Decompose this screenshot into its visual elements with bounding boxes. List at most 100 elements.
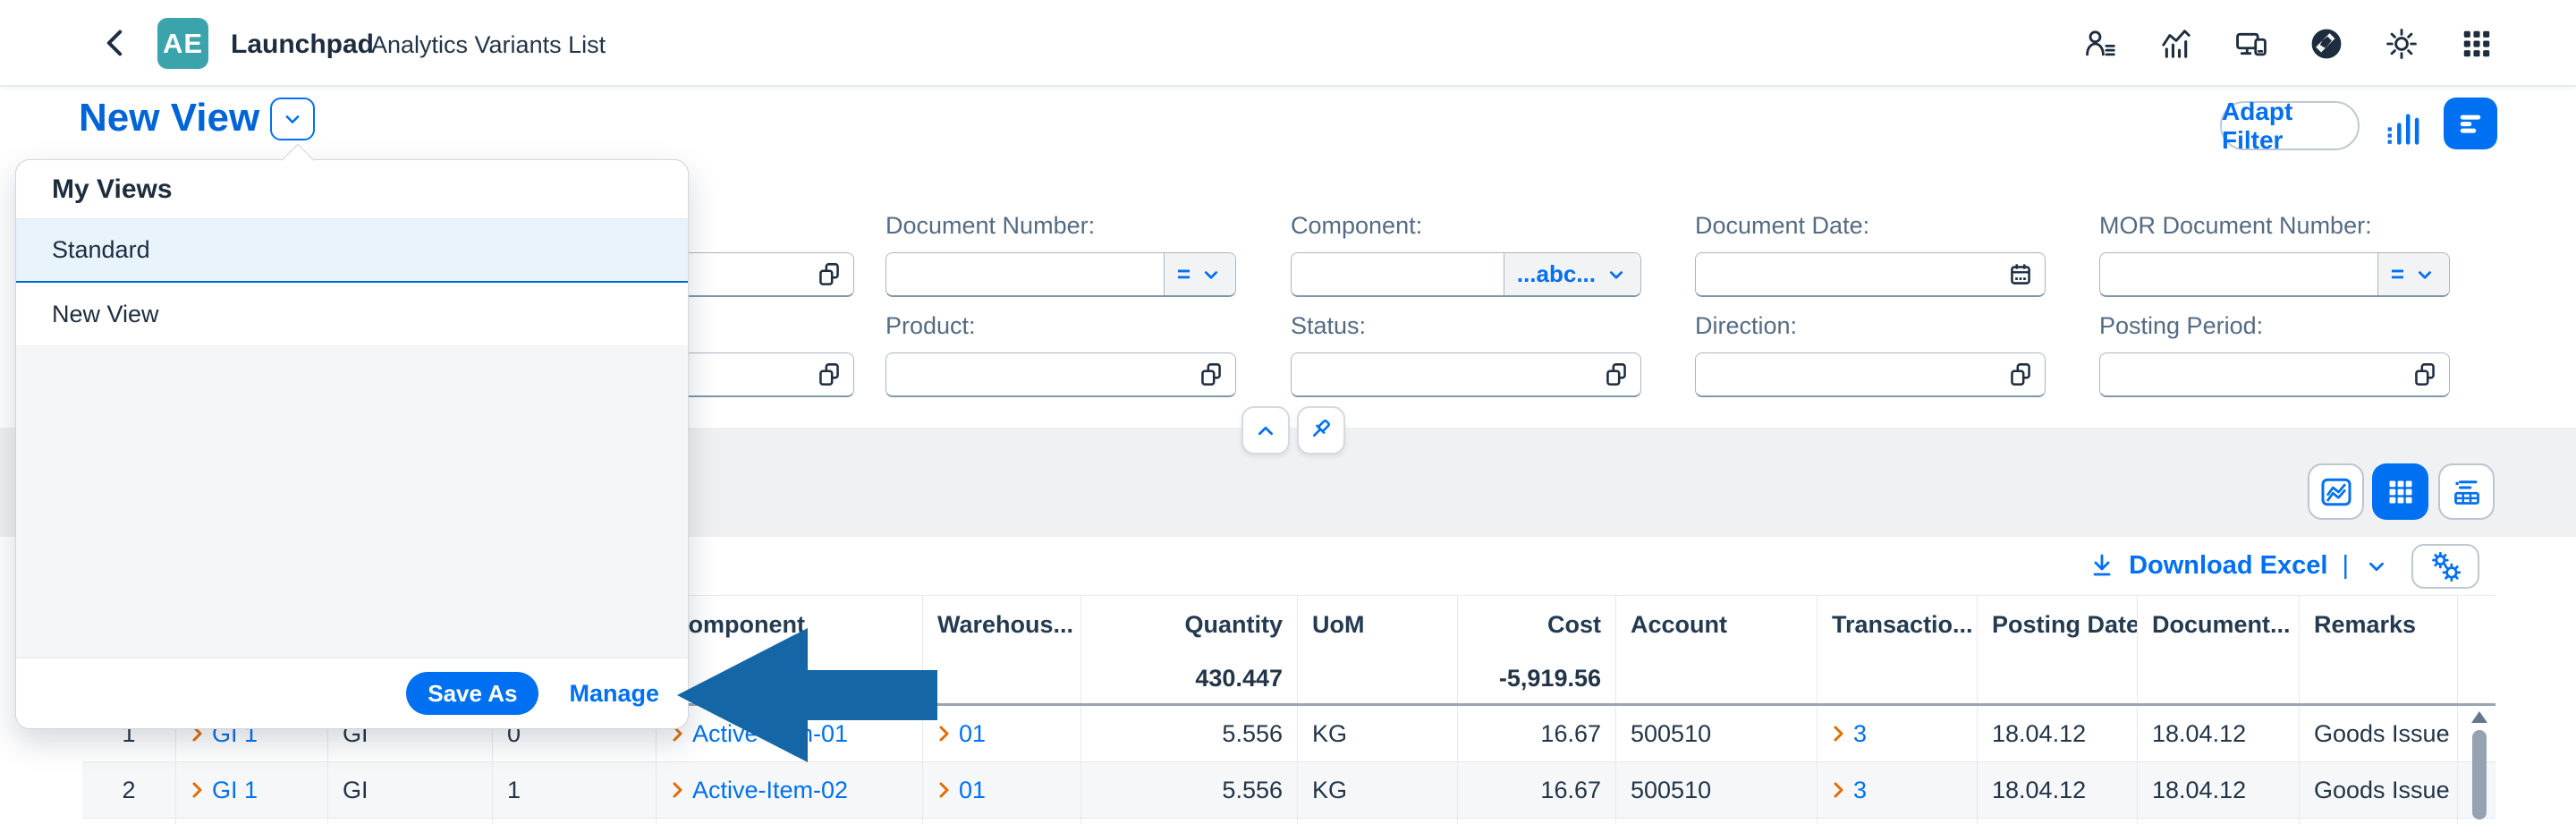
filter-input-box[interactable] bbox=[1696, 353, 2045, 395]
filter-input[interactable]: = bbox=[2099, 252, 2450, 297]
filter-operator-button[interactable]: = bbox=[2377, 253, 2449, 295]
download-separator: | bbox=[2342, 551, 2349, 581]
download-excel-button[interactable]: Download Excel | bbox=[2088, 551, 2390, 582]
app-grid-icon bbox=[2460, 27, 2494, 61]
filter-input[interactable]: ...abc... bbox=[1291, 252, 1641, 297]
table-view-button[interactable] bbox=[2372, 463, 2428, 520]
table-cell: 18.04.12 bbox=[1978, 706, 2138, 761]
app-logo[interactable]: AE bbox=[157, 18, 208, 69]
filter-input-box[interactable] bbox=[886, 353, 1235, 395]
chevron-right-icon bbox=[1832, 780, 1845, 800]
view-title[interactable]: New View bbox=[79, 96, 259, 140]
vertical-scrollbar[interactable] bbox=[2470, 711, 2488, 824]
popup-view-list: StandardNew View bbox=[16, 219, 688, 346]
insights-button[interactable] bbox=[2159, 27, 2193, 61]
filter-input[interactable] bbox=[1695, 252, 2046, 297]
pin-filter-button[interactable] bbox=[1297, 406, 1345, 454]
globe-button[interactable] bbox=[2309, 27, 2343, 61]
scrollbar-thumb[interactable] bbox=[2472, 730, 2487, 820]
filter-input[interactable]: = bbox=[886, 252, 1236, 297]
filter-field: Component:...abc... bbox=[1291, 212, 1641, 297]
view-list-item[interactable]: Standard bbox=[16, 219, 688, 283]
filter-operator-button[interactable]: = bbox=[1164, 253, 1235, 295]
cell-value: 5.556 bbox=[1222, 777, 1283, 804]
user-settings-icon bbox=[2084, 27, 2118, 61]
theme-button[interactable] bbox=[2385, 27, 2419, 61]
filter-input-box[interactable] bbox=[886, 253, 1164, 295]
filter-input[interactable] bbox=[2099, 353, 2450, 397]
column-header[interactable]: Cost bbox=[1458, 596, 1616, 653]
filter-input-box[interactable] bbox=[1292, 353, 1640, 395]
totals-cell bbox=[2138, 653, 2300, 703]
cell-value: 1 bbox=[507, 777, 521, 804]
filter-operator-button[interactable]: ...abc... bbox=[1504, 253, 1640, 295]
filter-input-box[interactable] bbox=[1696, 253, 2045, 295]
table-cell: 18.04.12 bbox=[2138, 706, 2300, 761]
filter-field: Document Date: bbox=[1695, 212, 2046, 297]
filter-input-box[interactable] bbox=[1292, 253, 1504, 295]
column-header-label: Transactio... bbox=[1832, 611, 1973, 639]
filter-lines-icon bbox=[2453, 106, 2488, 141]
devices-icon bbox=[2234, 27, 2268, 61]
value-help-icon bbox=[1601, 360, 1631, 390]
column-header[interactable]: Transactio... bbox=[1818, 596, 1978, 653]
column-header[interactable]: Component bbox=[657, 596, 923, 653]
filter-bar-toggle-button[interactable] bbox=[2444, 98, 2497, 149]
popup-body bbox=[16, 346, 688, 658]
filter-field: Status: bbox=[1291, 312, 1641, 397]
cell-link[interactable]: Active-Item-01 bbox=[671, 720, 848, 748]
cell-link[interactable]: 01 bbox=[937, 777, 986, 804]
column-header[interactable]: Remarks bbox=[2300, 596, 2458, 653]
shell-actions bbox=[2084, 0, 2494, 87]
totals-cell bbox=[1298, 653, 1458, 703]
cell-link-label: 3 bbox=[1853, 720, 1867, 748]
filter-input[interactable] bbox=[1695, 353, 2046, 397]
scroll-up-arrow[interactable] bbox=[2471, 711, 2487, 723]
view-list-item[interactable]: New View bbox=[16, 283, 688, 346]
table-cell: 01 bbox=[923, 706, 1081, 761]
cell-value: Goods Issue bbox=[2314, 777, 2450, 804]
chevron-right-icon bbox=[671, 780, 684, 800]
filter-input[interactable] bbox=[1291, 353, 1641, 397]
chart-table-view-button[interactable] bbox=[2438, 463, 2495, 520]
filter-input-box[interactable] bbox=[2100, 253, 2377, 295]
filter-input[interactable] bbox=[886, 353, 1236, 397]
collapse-filter-button[interactable] bbox=[1241, 406, 1290, 454]
totals-cell bbox=[1978, 653, 2138, 703]
filter-input-box[interactable] bbox=[2100, 353, 2449, 395]
save-as-button[interactable]: Save As bbox=[406, 672, 538, 715]
value-help-icon bbox=[814, 259, 844, 290]
sun-icon bbox=[2385, 27, 2419, 61]
column-header[interactable]: Posting Date bbox=[1978, 596, 2138, 653]
devices-button[interactable] bbox=[2234, 27, 2268, 61]
filter-field: Direction: bbox=[1695, 312, 2046, 397]
manage-link[interactable]: Manage bbox=[569, 680, 659, 708]
table-cell: 500510 bbox=[1616, 706, 1818, 761]
column-header[interactable]: Account bbox=[1616, 596, 1818, 653]
column-header[interactable]: Warehous... bbox=[923, 596, 1081, 653]
app-finder-button[interactable] bbox=[2460, 27, 2494, 61]
column-header[interactable]: Document... bbox=[2138, 596, 2300, 653]
table-settings-button[interactable] bbox=[2411, 544, 2479, 589]
cell-link[interactable]: GI 1 bbox=[191, 777, 258, 804]
cell-link[interactable]: 3 bbox=[1832, 777, 1867, 804]
shell-title: Launchpad bbox=[231, 30, 374, 60]
column-header[interactable]: UoM bbox=[1298, 596, 1458, 653]
cell-link[interactable]: Active-Item-02 bbox=[671, 777, 848, 804]
calendar-icon bbox=[2005, 259, 2036, 290]
view-title-dropdown-button[interactable] bbox=[270, 98, 315, 140]
cell-link[interactable]: 01 bbox=[937, 720, 986, 748]
total-value: 430.447 bbox=[1195, 665, 1283, 692]
cell-link[interactable]: 3 bbox=[1832, 720, 1867, 748]
filter-field-label: Document Date: bbox=[1695, 212, 2046, 240]
table-cell: 18.04.12 bbox=[1978, 762, 2138, 818]
adapt-filter-button[interactable]: Adapt Filter bbox=[2220, 101, 2360, 150]
chart-view-button[interactable] bbox=[2308, 463, 2364, 520]
cell-link-label: Active-Item-01 bbox=[692, 720, 848, 748]
column-header[interactable]: Quantity bbox=[1081, 596, 1298, 653]
user-settings-button[interactable] bbox=[2084, 27, 2118, 61]
filter-field-label: MOR Document Number: bbox=[2099, 212, 2450, 240]
back-button[interactable] bbox=[93, 21, 136, 64]
filter-field-label: Status: bbox=[1291, 312, 1641, 340]
chart-mode-button[interactable] bbox=[2379, 101, 2429, 150]
